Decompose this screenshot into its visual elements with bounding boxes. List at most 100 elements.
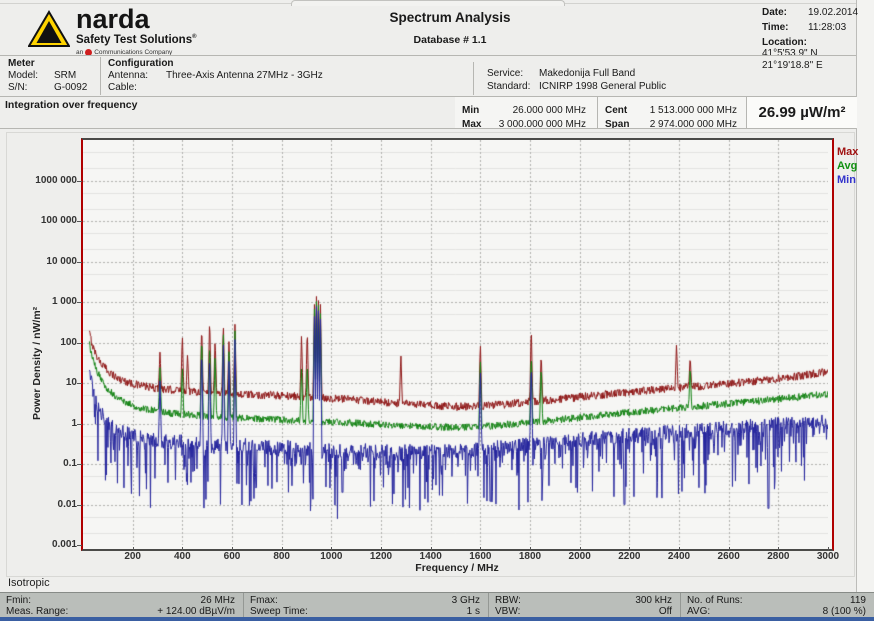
x-tick-label: 800	[262, 551, 302, 562]
avg-value: 8 (100 %)	[823, 606, 866, 617]
legend-max: Max	[837, 145, 858, 159]
page-right-margin	[856, 0, 874, 592]
x-tick-mark	[530, 547, 531, 551]
runs-value: 119	[850, 595, 866, 606]
meter-sn-row: S/N:G-0092	[8, 82, 87, 93]
status-cell-fmax: Fmax: 3 GHz Sweep Time: 1 s	[243, 593, 488, 618]
date-value: 19.02.2014	[808, 7, 858, 18]
isotropic-label: Isotropic	[8, 577, 50, 589]
avg-label: AVG:	[687, 606, 710, 617]
x-tick-mark	[282, 547, 283, 551]
y-tick-label: 1000 000	[23, 175, 77, 186]
x-tick-label: 200	[113, 551, 153, 562]
y-tick-mark	[77, 221, 82, 222]
meter-model-row: Model:SRM	[8, 70, 76, 81]
antenna-row: Antenna:Three-Axis Antenna 27MHz - 3GHz	[108, 70, 323, 81]
x-tick-mark	[629, 547, 630, 551]
x-tick-mark	[381, 547, 382, 551]
rbw-label: RBW:	[495, 595, 521, 606]
vbw-value: Off	[659, 606, 672, 617]
cable-row: Cable:	[108, 82, 166, 93]
legend-min: Min	[837, 173, 858, 187]
location-value-lon: 21°19'18.8" E	[762, 60, 823, 71]
y-tick-label: 100 000	[23, 215, 77, 226]
freq-max-row: Max3 000.000 000 MHz	[462, 114, 586, 132]
time-label: Time:	[762, 22, 808, 33]
x-tick-label: 1800	[510, 551, 550, 562]
y-tick-label: 100	[23, 337, 77, 348]
rbw-value: 300 kHz	[635, 595, 672, 606]
meter-section-header: Meter	[8, 58, 35, 69]
x-tick-mark	[679, 547, 680, 551]
x-tick-mark	[182, 547, 183, 551]
x-tick-mark	[133, 547, 134, 551]
y-tick-label: 0.1	[23, 458, 77, 469]
window-bottom-edge	[0, 617, 874, 621]
status-cell-fmin: Fmin:26 MHz Meas. Range:+ 124.00 dBµV/m	[0, 593, 243, 618]
y-tick-label: 1	[23, 418, 77, 429]
y-tick-label: 10	[23, 377, 77, 388]
vbw-label: VBW:	[495, 606, 520, 617]
y-axis-title: Power Density / nW/m²	[31, 307, 43, 420]
x-tick-label: 600	[212, 551, 252, 562]
y-tick-label: 0.001	[23, 539, 77, 550]
y-tick-mark	[77, 343, 82, 344]
y-tick-mark	[77, 464, 82, 465]
meas-range-value: + 124.00 dBµV/m	[157, 606, 235, 617]
x-tick-label: 2200	[609, 551, 649, 562]
sweep-time-label: Sweep Time:	[250, 606, 308, 617]
status-cell-bandwidth: RBW: 300 kHz VBW: Off	[488, 593, 680, 618]
integrated-power-density-reading: 26.99 µW/m²	[746, 97, 857, 128]
service-row: Service:Makedonija Full Band	[487, 68, 635, 79]
y-tick-mark	[77, 424, 82, 425]
brand-name: narda	[76, 7, 197, 31]
x-tick-label: 2600	[709, 551, 749, 562]
spectrum-analysis-window: { "header": { "brand": "narda", "tagline…	[0, 0, 874, 621]
configuration-section-header: Configuration	[108, 58, 174, 69]
x-tick-label: 2800	[758, 551, 798, 562]
y-tick-mark	[77, 262, 82, 263]
y-tick-mark	[77, 181, 82, 182]
x-tick-mark	[480, 547, 481, 551]
y-tick-label: 1 000	[23, 296, 77, 307]
sweep-time-value: 1 s	[467, 606, 480, 617]
page-title: Spectrum Analysis	[250, 10, 650, 25]
standard-row: Standard:ICNIRP 1998 General Public	[487, 81, 666, 92]
x-tick-label: 3000	[808, 551, 848, 562]
date-label: Date:	[762, 7, 808, 18]
x-tick-mark	[232, 547, 233, 551]
fmin-value: 26 MHz	[201, 595, 235, 606]
y-tick-mark	[77, 545, 82, 546]
y-tick-label: 10 000	[23, 256, 77, 267]
x-tick-mark	[431, 547, 432, 551]
y-tick-label: 0.01	[23, 499, 77, 510]
fmax-label: Fmax:	[250, 595, 278, 606]
time-value: 11:28:03	[808, 22, 846, 33]
spectrum-canvas plot-area[interactable]	[83, 140, 828, 545]
x-tick-mark	[331, 547, 332, 551]
y-tick-mark	[77, 505, 82, 506]
page-tab	[291, 0, 565, 6]
x-tick-mark	[729, 547, 730, 551]
meas-range-label: Meas. Range:	[6, 606, 68, 617]
runs-label: No. of Runs:	[687, 595, 743, 606]
x-tick-label: 400	[162, 551, 202, 562]
x-tick-mark	[828, 547, 829, 551]
narda-triangle-icon	[28, 10, 70, 53]
status-bar: Fmin:26 MHz Meas. Range:+ 124.00 dBµV/m …	[0, 592, 874, 618]
trace-legend: Max Avg Min	[837, 145, 858, 187]
brand-tagline: Safety Test Solutions®	[76, 31, 197, 46]
x-tick-label: 1000	[311, 551, 351, 562]
database-subtitle: Database # 1.1	[250, 34, 650, 46]
legend-avg: Avg	[837, 159, 858, 173]
x-tick-label: 1200	[361, 551, 401, 562]
narda-logo: narda Safety Test Solutions® an Communic…	[28, 7, 268, 56]
location-label: Location:	[762, 37, 808, 48]
x-axis-title: Frequency / MHz	[312, 562, 602, 574]
fmax-value: 3 GHz	[452, 595, 480, 606]
y-tick-mark	[77, 383, 82, 384]
x-tick-label: 1400	[411, 551, 451, 562]
y-tick-mark	[77, 302, 82, 303]
x-tick-label: 2000	[560, 551, 600, 562]
x-tick-mark	[580, 547, 581, 551]
